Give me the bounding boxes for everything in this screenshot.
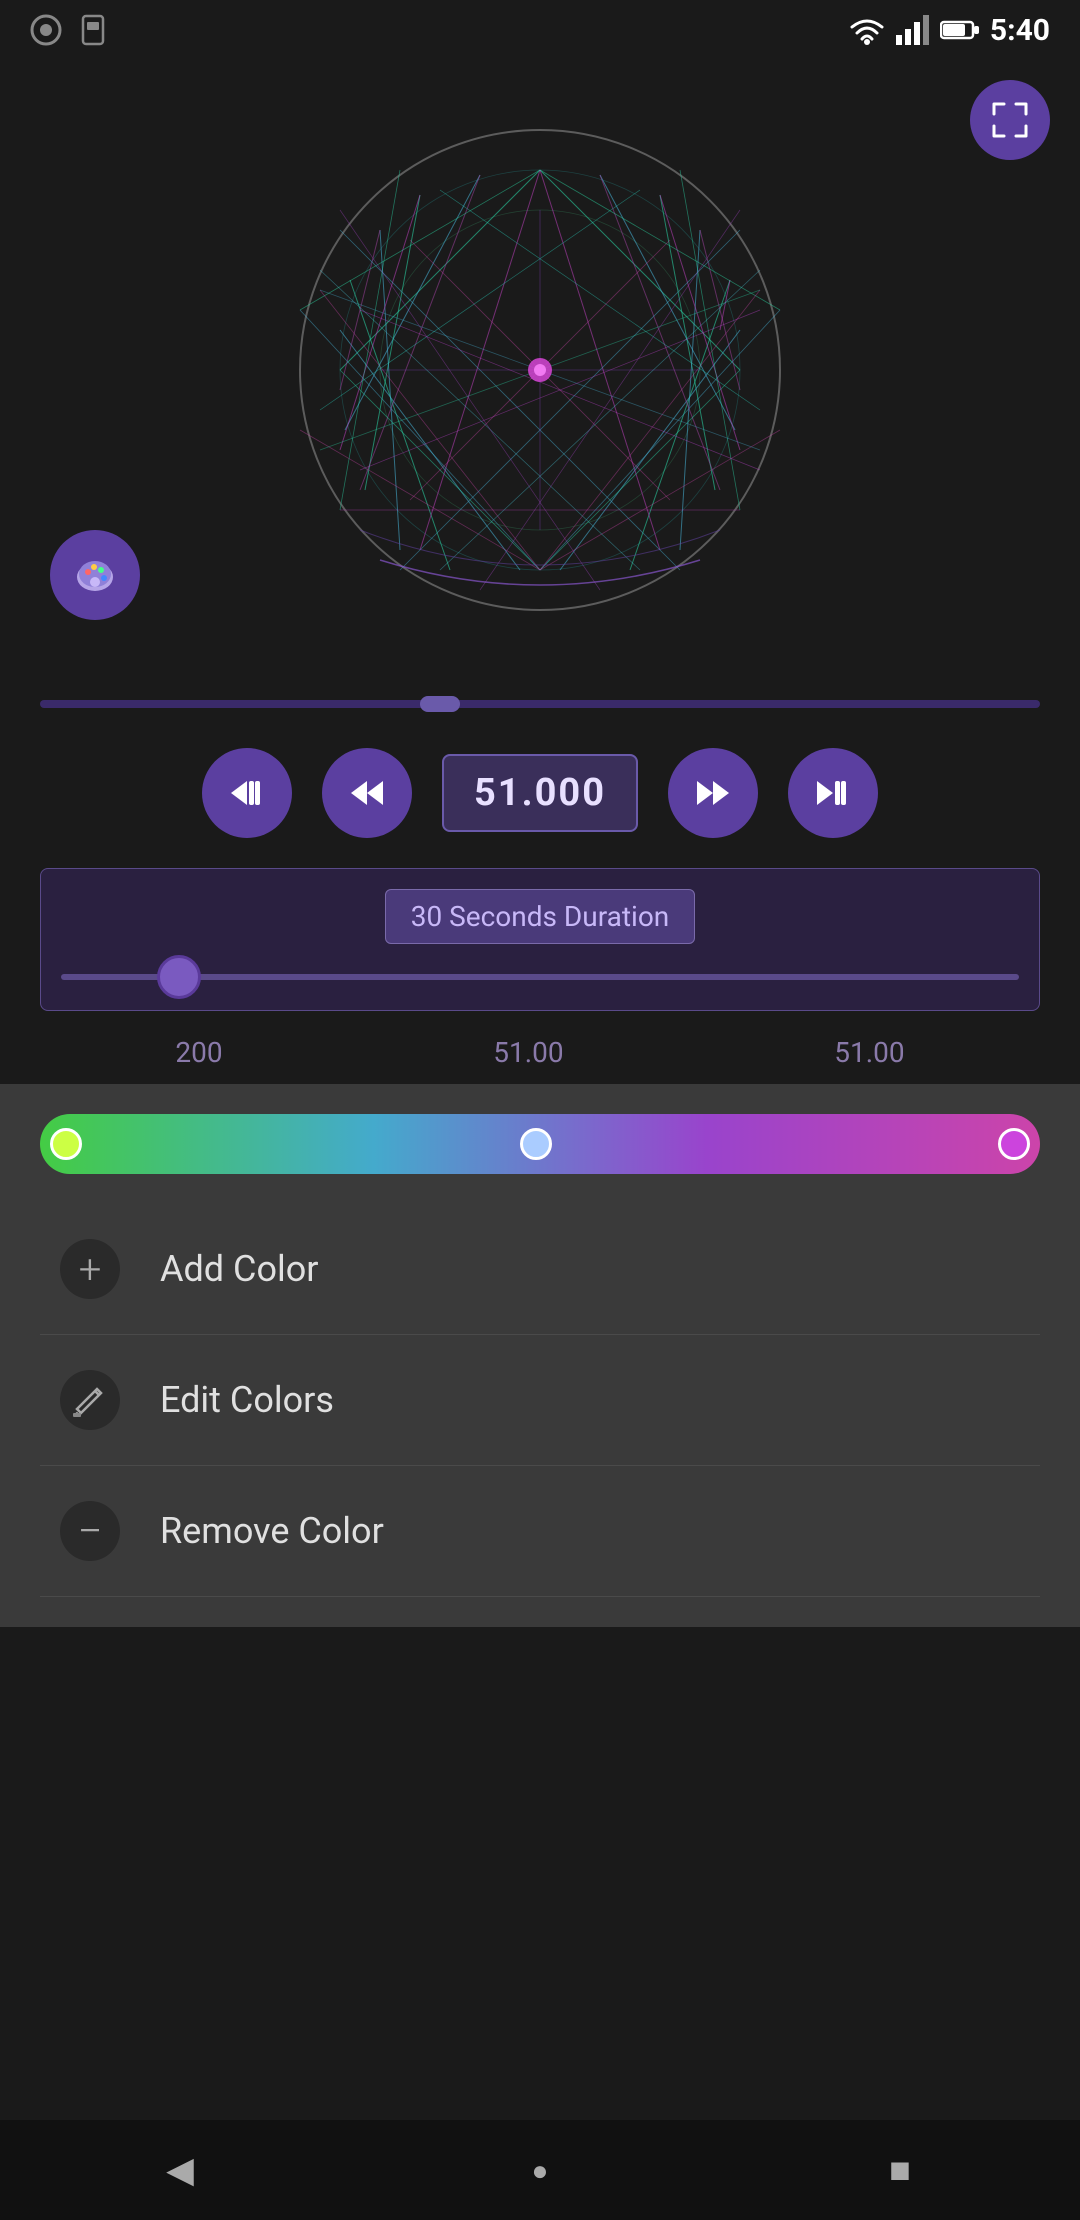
value-labels: 200 51.00 51.00 [0, 1021, 1080, 1084]
viz-area: /* inline not allowed, use static SVG pa… [0, 60, 1080, 680]
remove-color-item[interactable]: − Remove Color [40, 1466, 1040, 1597]
edit-colors-label: Edit Colors [160, 1379, 334, 1421]
gradient-thumb-mid[interactable] [520, 1128, 552, 1160]
status-left [30, 14, 109, 46]
value-label-1: 200 [175, 1036, 222, 1069]
recent-icon: ■ [889, 2149, 911, 2191]
duration-slider-thumb[interactable] [157, 955, 201, 999]
value-label-2: 51.00 [493, 1036, 563, 1069]
remove-color-icon: − [60, 1501, 120, 1561]
status-right: 5:40 [848, 13, 1050, 48]
nav-bar: ◀ ● ■ [0, 2120, 1080, 2220]
fast-forward-button[interactable] [668, 748, 758, 838]
fullscreen-button[interactable] [970, 80, 1050, 160]
sim-icon [77, 14, 109, 46]
rewind-icon [347, 773, 387, 813]
signal-icon [896, 15, 930, 45]
skip-back-icon [227, 773, 267, 813]
duration-panel: 30 Seconds Duration [40, 868, 1040, 1011]
progress-track[interactable] [40, 700, 1040, 708]
back-button[interactable]: ◀ [150, 2140, 210, 2200]
color-panel: + Add Color Edit Colors − Remove Color [0, 1084, 1080, 1627]
notification-icon [30, 14, 62, 46]
time-display[interactable]: 51.000 [442, 754, 638, 832]
duration-badge: 30 Seconds Duration [385, 889, 696, 944]
recent-apps-button[interactable]: ■ [870, 2140, 930, 2200]
palette-button[interactable] [50, 530, 140, 620]
edit-colors-icon [60, 1370, 120, 1430]
add-color-item[interactable]: + Add Color [40, 1204, 1040, 1335]
duration-slider-track[interactable] [61, 974, 1019, 980]
status-time: 5:40 [990, 13, 1050, 48]
rewind-button[interactable] [322, 748, 412, 838]
add-color-label: Add Color [160, 1248, 318, 1290]
palette-icon [72, 552, 118, 598]
battery-icon [940, 18, 980, 42]
spirograph-visualization: /* inline not allowed, use static SVG pa… [280, 110, 800, 630]
progress-section[interactable] [0, 680, 1080, 728]
value-label-3: 51.00 [834, 1036, 904, 1069]
transport-controls: 51.000 [0, 728, 1080, 858]
gradient-thumb-left[interactable] [50, 1128, 82, 1160]
fullscreen-icon [990, 100, 1030, 140]
status-bar: 5:40 [0, 0, 1080, 60]
duration-label-container: 30 Seconds Duration [61, 889, 1019, 944]
gradient-thumb-right[interactable] [998, 1128, 1030, 1160]
remove-color-label: Remove Color [160, 1510, 384, 1552]
skip-forward-icon [813, 773, 853, 813]
fast-forward-icon [693, 773, 733, 813]
wifi-icon [848, 15, 886, 45]
add-color-icon: + [60, 1239, 120, 1299]
skip-forward-button[interactable] [788, 748, 878, 838]
back-icon: ◀ [166, 2149, 194, 2191]
edit-colors-item[interactable]: Edit Colors [40, 1335, 1040, 1466]
skip-back-button[interactable] [202, 748, 292, 838]
home-button[interactable]: ● [510, 2140, 570, 2200]
progress-thumb[interactable] [420, 696, 460, 712]
gradient-bar[interactable] [40, 1114, 1040, 1174]
home-icon: ● [532, 2154, 549, 2187]
